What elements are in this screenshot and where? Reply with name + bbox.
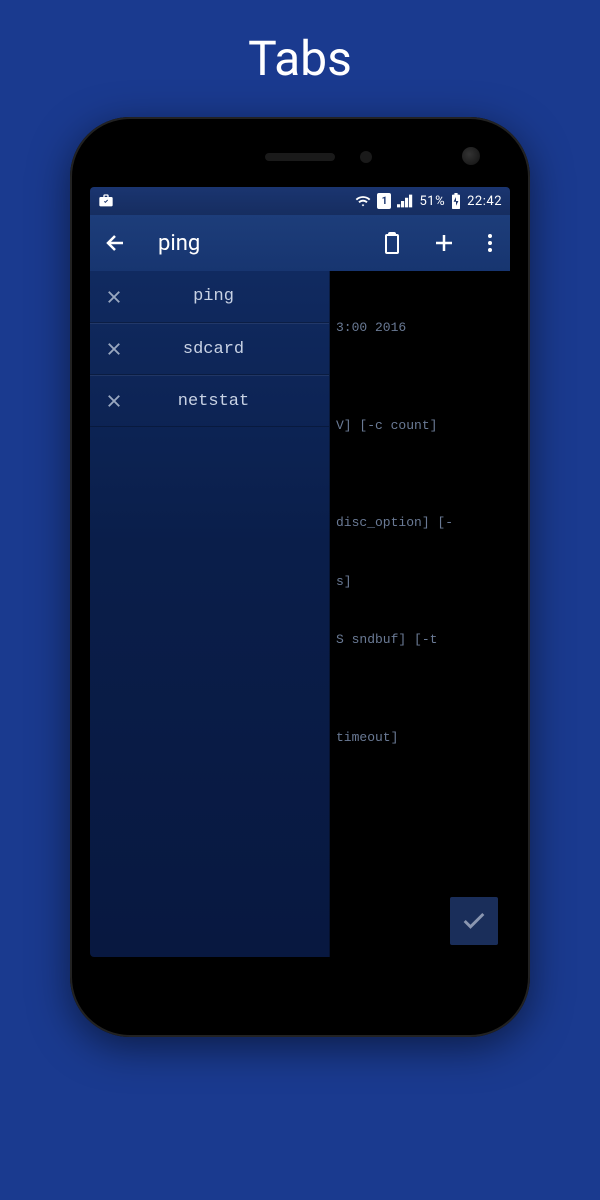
content-area: ping sdcard netstat 3:00 2016 [90,271,510,957]
briefcase-icon [98,193,114,209]
phone-sensor [360,151,372,163]
tab-label: netstat [138,392,329,411]
terminal-output: 3:00 2016 V] [-c count] disc_option] [- … [330,271,510,957]
confirm-button[interactable] [450,897,498,945]
close-tab-button[interactable] [90,288,138,306]
phone-camera [462,147,480,165]
terminal-line: disc_option] [- [336,513,504,533]
terminal-line: 3:00 2016 [336,318,504,338]
clipboard-button[interactable] [374,225,410,261]
battery-charging-icon [451,193,461,209]
tab-label: ping [138,287,329,306]
action-bar: ping [90,215,510,271]
battery-percent: 51% [419,194,445,209]
actionbar-title: ping [158,231,358,256]
close-tab-button[interactable] [90,392,138,410]
add-button[interactable] [426,225,462,261]
signal-icon [397,194,413,208]
tab-row[interactable]: netstat [90,375,329,427]
tab-row[interactable]: sdcard [90,323,329,375]
terminal-line: V] [-c count] [336,416,504,436]
back-button[interactable] [98,225,134,261]
tab-label: sdcard [138,340,329,359]
terminal-line: S sndbuf] [-t [336,630,504,650]
clock-text: 22:42 [467,194,502,209]
status-bar: 1 51% 22:42 [90,187,510,215]
tab-row[interactable]: ping [90,271,329,323]
tabs-drawer: ping sdcard netstat [90,271,330,957]
close-tab-button[interactable] [90,340,138,358]
phone-speaker [265,153,335,161]
overflow-menu-button[interactable] [478,225,502,261]
page-title: Tabs [248,30,352,87]
wifi-icon [355,194,371,208]
terminal-line: s] [336,572,504,592]
phone-frame: 1 51% 22:42 ping [70,117,530,1037]
sim-icon: 1 [377,193,391,209]
phone-screen: 1 51% 22:42 ping [90,187,510,957]
terminal-line: timeout] [336,728,504,748]
